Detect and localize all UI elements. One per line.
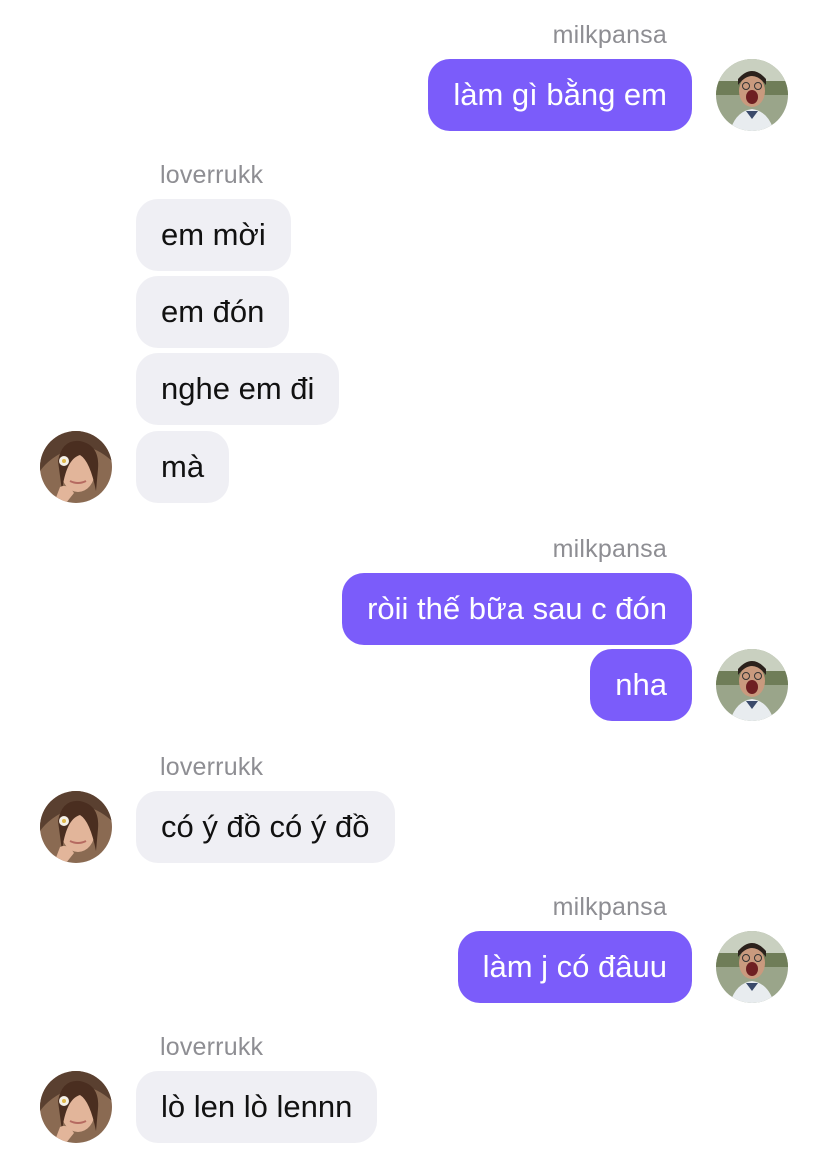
avatar-milkpansa[interactable] — [716, 59, 788, 131]
message-bubble-incoming[interactable]: nghe em đi — [136, 353, 340, 425]
avatar-milkpansa[interactable] — [716, 931, 788, 1003]
sender-name: milkpansa — [552, 21, 667, 49]
message-bubble-incoming[interactable]: em đón — [136, 276, 290, 348]
sender-name: milkpansa — [552, 535, 667, 563]
message-bubble-incoming[interactable]: lò len lò lennn — [136, 1071, 378, 1143]
message-bubble-incoming[interactable]: mà — [136, 431, 230, 503]
sender-name: loverrukk — [160, 1033, 264, 1061]
sender-name: loverrukk — [160, 753, 264, 781]
avatar-milkpansa[interactable] — [716, 649, 788, 721]
avatar-loverrukk[interactable] — [40, 431, 112, 503]
sender-name: milkpansa — [552, 893, 667, 921]
message-bubble-incoming[interactable]: em mời — [136, 199, 291, 271]
message-bubble-outgoing[interactable]: làm j có đâuu — [457, 931, 692, 1003]
message-bubble-outgoing[interactable]: ròii thế bữa sau c đón — [342, 573, 692, 645]
message-bubble-outgoing[interactable]: nha — [590, 649, 692, 721]
avatar-loverrukk[interactable] — [40, 791, 112, 863]
message-bubble-outgoing[interactable]: làm gì bằng em — [428, 59, 692, 131]
avatar-loverrukk[interactable] — [40, 1071, 112, 1143]
message-bubble-incoming[interactable]: có ý đồ có ý đồ — [136, 791, 395, 863]
sender-name: loverrukk — [160, 161, 264, 189]
